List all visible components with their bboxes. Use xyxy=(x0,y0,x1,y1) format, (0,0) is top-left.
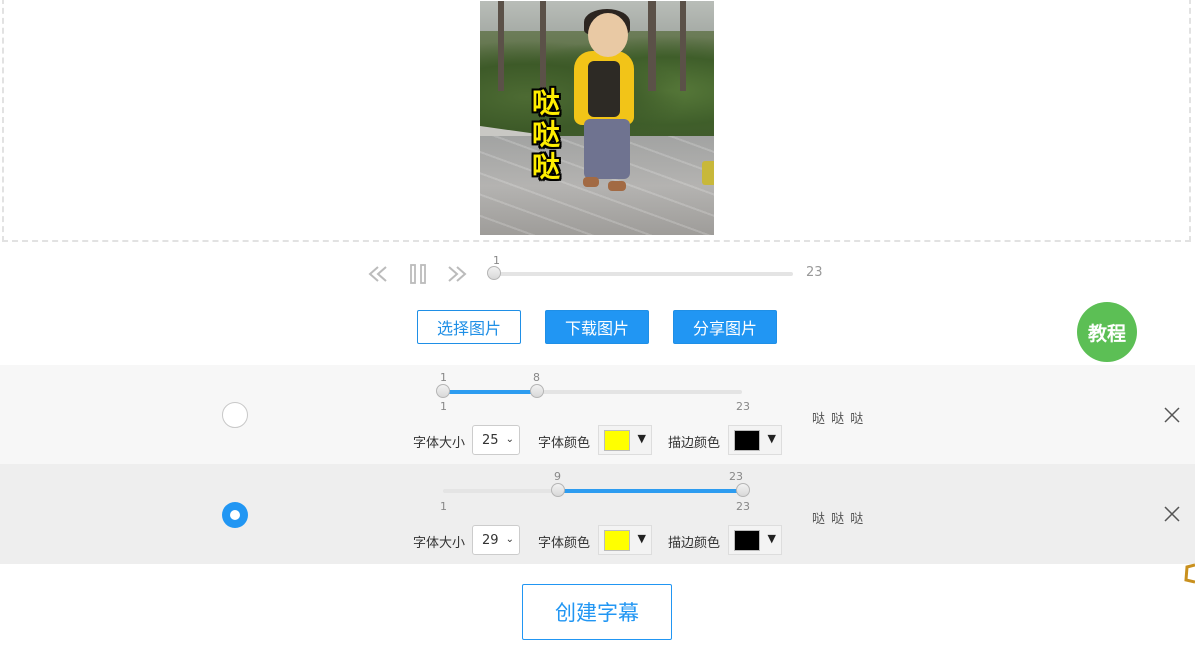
side-widget-icon[interactable] xyxy=(1184,562,1195,586)
range-start-thumb[interactable] xyxy=(436,384,450,398)
tutorial-button[interactable]: 教程 xyxy=(1077,302,1137,362)
caption-char: 哒 xyxy=(531,86,560,119)
dropdown-triangle-icon: ▼ xyxy=(767,532,776,545)
font-color-label: 字体颜色 xyxy=(538,536,591,551)
preview-caption: 哒 哒 哒 xyxy=(530,87,562,183)
download-image-button[interactable]: 下载图片 xyxy=(545,310,649,344)
image-sticker xyxy=(702,161,714,185)
range-end-thumb[interactable] xyxy=(736,483,750,497)
frame-slider-track[interactable] xyxy=(494,272,793,276)
share-image-button[interactable]: 分享图片 xyxy=(673,310,777,344)
chevron-down-icon: ⌄ xyxy=(505,434,514,445)
caption-char: 哒 xyxy=(531,150,560,183)
rewind-icon[interactable] xyxy=(366,262,390,286)
fast-forward-icon[interactable] xyxy=(445,262,469,286)
font-size-select[interactable]: 29 ⌄ xyxy=(472,525,520,555)
font-color-swatch xyxy=(604,430,630,451)
stroke-color-picker[interactable]: ▼ xyxy=(728,425,782,455)
image-trunk xyxy=(648,1,656,91)
font-size-label: 字体大小 xyxy=(413,436,466,451)
close-icon[interactable] xyxy=(1162,504,1182,524)
subtitle-text[interactable]: 哒 哒 哒 xyxy=(812,508,864,527)
image-trunk xyxy=(680,1,686,91)
stroke-color-label: 描边颜色 xyxy=(668,536,721,551)
range-start-label: 9 xyxy=(554,470,561,483)
subtitle-select-radio[interactable] xyxy=(222,402,248,428)
stroke-color-label: 描边颜色 xyxy=(668,436,721,451)
image-trunk xyxy=(540,1,546,91)
range-end-label: 8 xyxy=(533,371,540,384)
image-child-legs xyxy=(584,119,630,179)
font-size-select[interactable]: 25 ⌄ xyxy=(472,425,520,455)
range-start-thumb[interactable] xyxy=(551,483,565,497)
dropdown-triangle-icon: ▼ xyxy=(637,532,646,545)
frame-slider-thumb[interactable] xyxy=(487,266,501,280)
range-min-label: 1 xyxy=(440,500,447,513)
font-size-value: 29 xyxy=(482,532,499,548)
image-child-shoe xyxy=(608,181,626,191)
range-end-thumb[interactable] xyxy=(530,384,544,398)
gif-preview-image: 哒 哒 哒 xyxy=(480,1,714,235)
stroke-color-swatch xyxy=(734,430,760,451)
subtitle-row: 1 8 1 23 字体大小 25 ⌄ 字体颜色 ▼ 描边颜色 ▼ 哒 哒 哒 xyxy=(0,365,1195,465)
subtitle-select-radio[interactable] xyxy=(222,502,248,528)
subtitle-range-fill xyxy=(443,390,537,394)
range-start-label: 1 xyxy=(440,371,447,384)
subtitle-range-fill xyxy=(558,489,743,493)
image-child-vest xyxy=(588,61,620,117)
stroke-color-picker[interactable]: ▼ xyxy=(728,525,782,555)
range-end-label: 23 xyxy=(729,470,743,483)
caption-char: 哒 xyxy=(531,118,560,151)
subtitle-row: 9 23 1 23 字体大小 29 ⌄ 字体颜色 ▼ 描边颜色 ▼ 哒 哒 哒 xyxy=(0,464,1195,564)
image-child-head xyxy=(588,13,628,57)
dropdown-triangle-icon: ▼ xyxy=(637,432,646,445)
chevron-down-icon: ⌄ xyxy=(505,534,514,545)
range-max-label: 23 xyxy=(736,400,750,413)
range-max-label: 23 xyxy=(736,500,750,513)
image-trunk xyxy=(498,1,504,91)
dropdown-triangle-icon: ▼ xyxy=(767,432,776,445)
font-color-picker[interactable]: ▼ xyxy=(598,425,652,455)
select-image-button[interactable]: 选择图片 xyxy=(417,310,521,344)
close-icon[interactable] xyxy=(1162,405,1182,425)
range-min-label: 1 xyxy=(440,400,447,413)
font-color-label: 字体颜色 xyxy=(538,436,591,451)
create-subtitle-button[interactable]: 创建字幕 xyxy=(522,584,672,640)
pause-icon[interactable] xyxy=(406,262,430,286)
stroke-color-swatch xyxy=(734,530,760,551)
font-color-picker[interactable]: ▼ xyxy=(598,525,652,555)
image-child-shoe xyxy=(583,177,599,187)
font-color-swatch xyxy=(604,530,630,551)
font-size-value: 25 xyxy=(482,432,499,448)
total-frames-label: 23 xyxy=(806,265,823,280)
font-size-label: 字体大小 xyxy=(413,536,466,551)
subtitle-text[interactable]: 哒 哒 哒 xyxy=(812,408,864,427)
